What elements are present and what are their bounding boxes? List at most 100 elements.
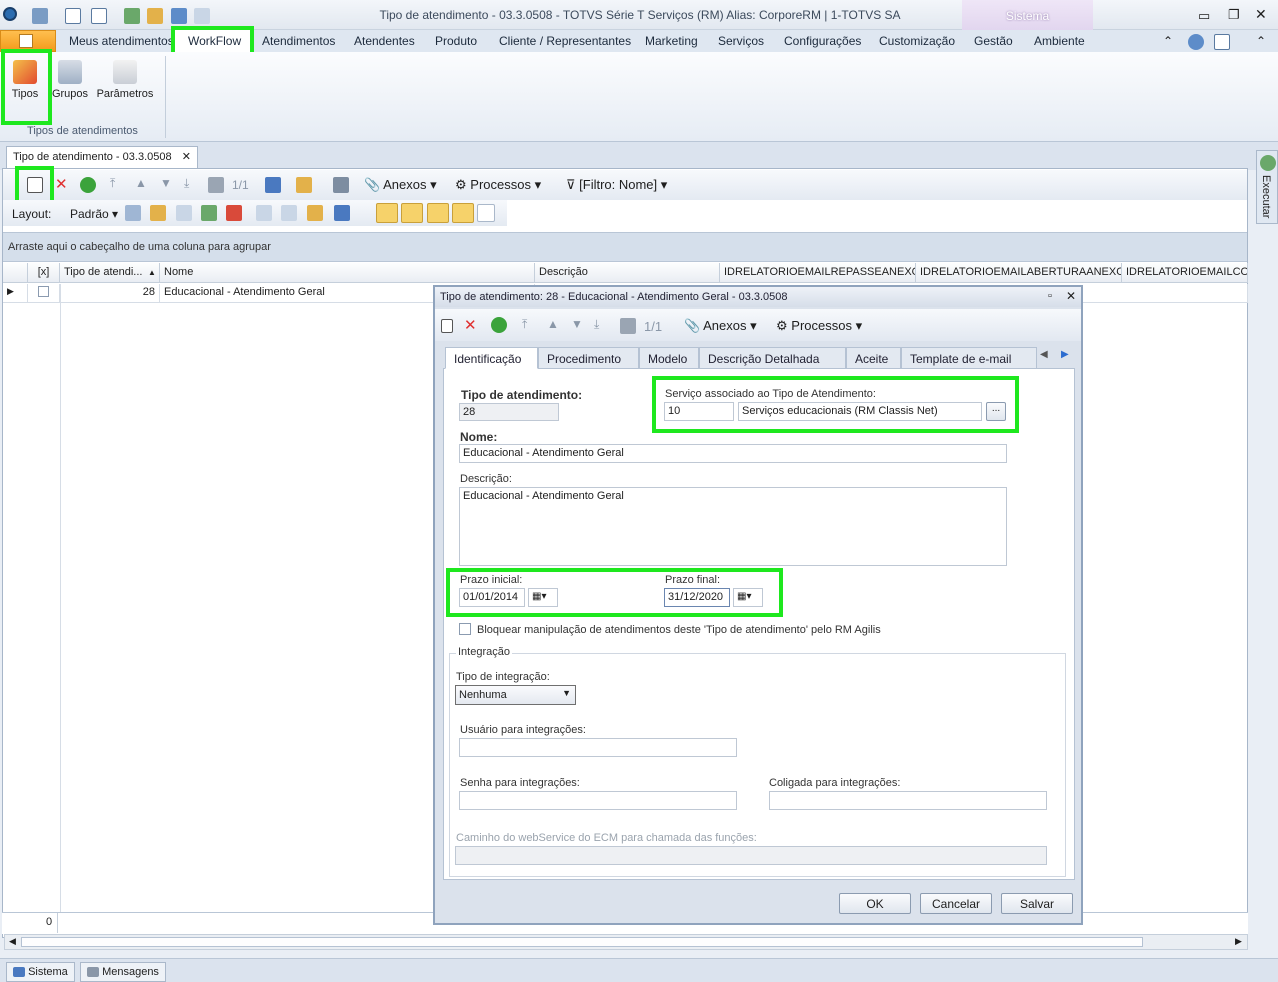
col-nome[interactable]: Nome xyxy=(160,263,535,283)
new-record-icon[interactable] xyxy=(441,319,453,333)
parametros-button[interactable]: Parâmetros xyxy=(96,60,154,100)
export-data-icon[interactable] xyxy=(296,177,312,193)
scroll-thumb[interactable] xyxy=(21,937,1143,947)
col-descricao[interactable]: Descrição xyxy=(535,263,720,283)
tab-scroll-left-icon[interactable]: ◀ xyxy=(1040,349,1048,360)
layout-import-icon[interactable] xyxy=(201,205,218,221)
calendar-grid-icon[interactable] xyxy=(265,177,281,193)
tipo-field[interactable]: 28 xyxy=(459,403,559,421)
table-row-tipo[interactable]: 28 xyxy=(60,284,160,303)
tab-produto[interactable]: Produto xyxy=(435,34,477,48)
note-icon[interactable] xyxy=(306,205,323,221)
processos-menu[interactable]: ⚙ Processos ▾ xyxy=(455,177,541,193)
minimize-button[interactable]: ▭ xyxy=(1198,8,1210,24)
last-record-icon[interactable]: ⤓ xyxy=(184,176,189,191)
layout-load-icon[interactable] xyxy=(150,205,167,221)
dialog-first-icon[interactable]: ⤒ xyxy=(522,317,527,332)
export-icon[interactable] xyxy=(124,8,141,24)
tab-gestao[interactable]: Gestão xyxy=(974,34,1013,48)
layout-delete-icon[interactable] xyxy=(226,205,243,221)
dialog-processos-menu[interactable]: ⚙ Processos ▾ xyxy=(776,318,862,334)
col-tipo[interactable]: Tipo de atendi... xyxy=(60,263,160,283)
col-select[interactable]: [x] xyxy=(28,263,60,283)
prazo-inicial-calendar-button[interactable]: ▦▾ xyxy=(528,588,558,607)
first-record-icon[interactable]: ⤒ xyxy=(110,176,115,191)
bloquear-checkbox[interactable] xyxy=(459,623,471,635)
servico-code-field[interactable]: 10 xyxy=(664,402,734,421)
chart-icon[interactable] xyxy=(334,205,351,221)
dialog-refresh-icon[interactable] xyxy=(491,317,507,333)
group-by-panel[interactable]: Arraste aqui o cabeçalho de uma coluna p… xyxy=(3,232,1247,262)
filter-menu[interactable]: ⊽ [Filtro: Nome] ▾ xyxy=(566,177,667,193)
dialog-prev-icon[interactable]: ▲ xyxy=(547,317,559,331)
cancel-button[interactable]: Cancelar xyxy=(920,893,992,914)
prev-record-icon[interactable]: ▲ xyxy=(135,176,147,190)
dialog-delete-icon[interactable]: ✕ xyxy=(464,316,477,334)
group-icon[interactable] xyxy=(256,205,272,221)
copy-icon[interactable] xyxy=(194,8,211,24)
window-icon[interactable] xyxy=(65,8,82,24)
tab-ambiente[interactable]: Ambiente xyxy=(1034,34,1085,48)
layout-icon[interactable] xyxy=(1214,34,1230,50)
close-window-button[interactable]: ✕ xyxy=(1255,6,1267,23)
globe-icon[interactable] xyxy=(32,8,48,24)
dialog-next-icon[interactable]: ▼ xyxy=(571,317,583,331)
executar-panel[interactable]: Executar xyxy=(1256,150,1278,224)
senha-field[interactable] xyxy=(459,791,737,810)
prazo-final-calendar-button[interactable]: ▦▾ xyxy=(733,588,763,607)
usuario-field[interactable] xyxy=(459,738,737,757)
view-mode-2-icon[interactable] xyxy=(401,203,424,223)
tab-cliente-representantes[interactable]: Cliente / Representantes xyxy=(499,34,631,48)
prazo-inicial-field[interactable]: 01/01/2014 xyxy=(459,588,525,607)
dialog-anexos-menu[interactable]: 📎 Anexos ▾ xyxy=(684,318,757,334)
tab-procedimento[interactable]: Procedimento xyxy=(538,347,639,369)
dialog-binoculars-icon[interactable] xyxy=(620,318,636,334)
app-icon[interactable] xyxy=(3,7,17,21)
view-mode-4-icon[interactable] xyxy=(452,203,475,223)
view-mode-1-icon[interactable] xyxy=(376,203,398,223)
tab-servicos[interactable]: Serviços xyxy=(718,34,764,48)
layout-grid-icon[interactable] xyxy=(175,205,192,221)
view-mode-3-icon[interactable] xyxy=(426,203,449,223)
tab-modelo[interactable]: Modelo xyxy=(639,347,699,369)
tab-descricao-detalhada[interactable]: Descrição Detalhada xyxy=(699,347,846,369)
tab-marketing[interactable]: Marketing xyxy=(645,34,698,48)
delete-icon[interactable]: ✕ xyxy=(55,175,68,193)
tools-icon[interactable] xyxy=(147,8,164,24)
tipo-integracao-select[interactable]: Nenhuma ▼ xyxy=(455,685,576,705)
tipos-button[interactable]: Tipos xyxy=(5,60,45,100)
save-button[interactable]: Salvar xyxy=(1001,893,1073,914)
horizontal-scrollbar[interactable]: ◀ ▶ xyxy=(4,934,1248,950)
tab-customizacao[interactable]: Customização xyxy=(879,34,955,48)
edit-icon[interactable] xyxy=(27,177,43,193)
ok-button[interactable]: OK xyxy=(839,893,911,914)
dialog-restore-icon[interactable]: ▫ xyxy=(1048,290,1052,302)
tab-aceite[interactable]: Aceite xyxy=(846,347,901,369)
help-icon[interactable] xyxy=(1188,34,1204,50)
next-record-icon[interactable]: ▼ xyxy=(160,176,172,190)
restore-button[interactable]: ❐ xyxy=(1228,7,1240,23)
descricao-field[interactable]: Educacional - Atendimento Geral xyxy=(459,487,1007,566)
print-icon[interactable] xyxy=(333,177,349,193)
window-dropdown-icon[interactable] xyxy=(90,8,107,24)
col-idrel-repasse[interactable]: IDRELATORIOEMAILREPASSEANEXO xyxy=(720,263,916,283)
tab-template-email[interactable]: Template de e-mail xyxy=(901,347,1037,369)
refresh-icon[interactable] xyxy=(80,177,96,193)
row-checkbox[interactable] xyxy=(38,286,49,297)
prazo-final-field[interactable]: 31/12/2020 xyxy=(664,588,730,607)
ribbon-chevron-icon[interactable]: ⌃ xyxy=(1256,34,1266,48)
servico-lookup-button[interactable]: ... xyxy=(986,402,1006,421)
tab-atendimentos[interactable]: Atendimentos xyxy=(262,34,335,48)
bottom-tab-sistema[interactable]: Sistema xyxy=(6,962,75,982)
scroll-right-icon[interactable]: ▶ xyxy=(1235,936,1242,947)
tab-atendentes[interactable]: Atendentes xyxy=(354,34,415,48)
font-icon[interactable] xyxy=(477,204,496,222)
col-idrel-abertura[interactable]: IDRELATORIOEMAILABERTURAANEXO xyxy=(916,263,1122,283)
scroll-left-icon[interactable]: ◀ xyxy=(9,936,16,947)
nome-field[interactable]: Educacional - Atendimento Geral xyxy=(459,444,1007,463)
sum-icon[interactable] xyxy=(281,205,298,221)
binoculars-icon[interactable] xyxy=(208,177,224,193)
anexos-menu[interactable]: 📎 Anexos ▾ xyxy=(364,177,437,193)
document-tab[interactable]: Tipo de atendimento - 03.3.0508 ✕ xyxy=(6,146,198,168)
tab-identificacao[interactable]: Identificação xyxy=(445,347,538,369)
